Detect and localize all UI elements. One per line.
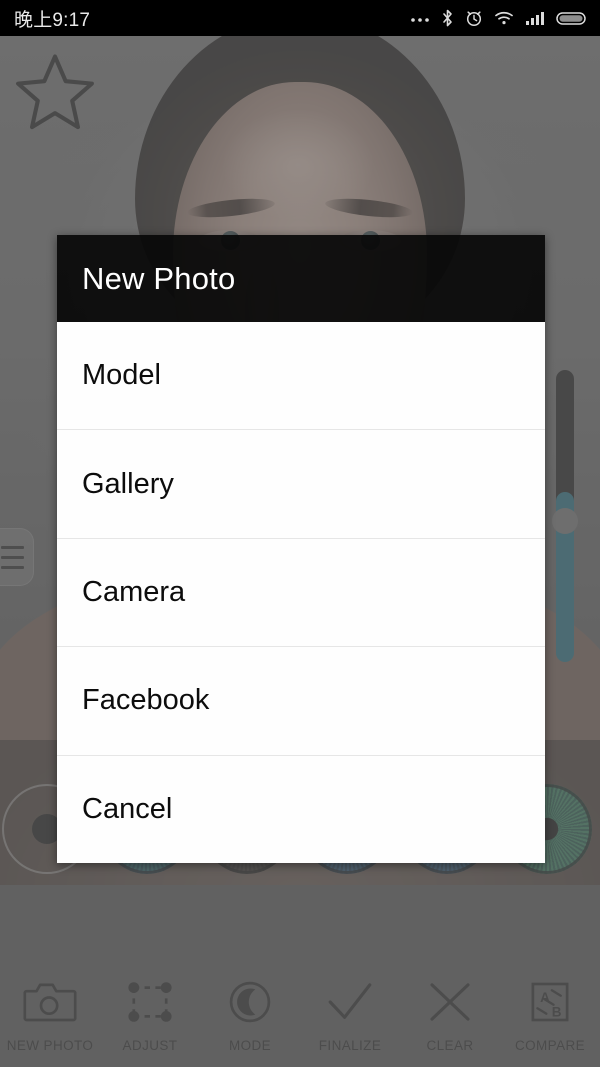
alarm-icon	[466, 11, 482, 27]
dialog-item-cancel[interactable]: Cancel	[57, 755, 545, 864]
dialog-option-list: Model Gallery Camera Facebook Cancel	[57, 322, 545, 864]
status-icons	[410, 9, 586, 27]
app-screen: Create Basics NEW PHOTO	[0, 0, 600, 1067]
dialog-item-gallery[interactable]: Gallery	[57, 430, 545, 539]
battery-icon	[556, 11, 586, 25]
more-dots-icon	[411, 18, 429, 22]
dialog-title: New Photo	[82, 260, 236, 296]
status-bar: 晚上9:17	[0, 0, 600, 36]
new-photo-dialog: New Photo Model Gallery Camera Facebook …	[57, 235, 545, 864]
bluetooth-icon	[443, 9, 452, 27]
dialog-item-facebook[interactable]: Facebook	[57, 647, 545, 756]
dialog-header: New Photo	[57, 235, 545, 322]
status-time: 晚上9:17	[14, 9, 91, 31]
wifi-icon	[495, 11, 513, 25]
dialog-item-model[interactable]: Model	[57, 322, 545, 431]
dialog-item-camera[interactable]: Camera	[57, 538, 545, 648]
cellular-signal-icon	[526, 12, 544, 25]
